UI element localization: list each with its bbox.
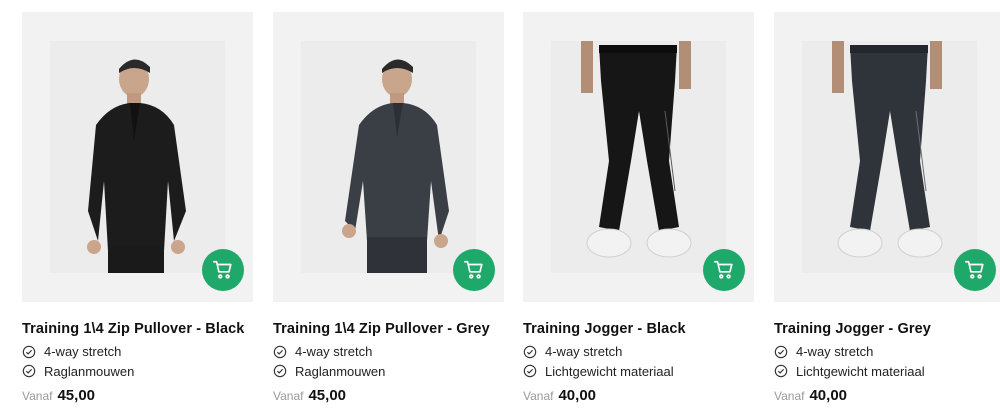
product-image[interactable] bbox=[551, 41, 726, 273]
add-to-cart-button[interactable] bbox=[703, 249, 745, 291]
feature-list: 4-way stretch Lichtgewicht materiaal bbox=[774, 342, 1000, 381]
check-circle-icon bbox=[523, 364, 537, 378]
check-circle-icon bbox=[22, 364, 36, 378]
feature-list: 4-way stretch Raglanmouwen bbox=[273, 342, 504, 381]
product-media[interactable] bbox=[22, 12, 253, 302]
price: 40,00 bbox=[558, 387, 597, 404]
feature-label: 4-way stretch bbox=[545, 344, 623, 360]
feature-label: 4-way stretch bbox=[44, 344, 122, 360]
shopping-cart-icon bbox=[714, 260, 733, 279]
jogger-model-image bbox=[802, 41, 977, 273]
price-prefix: Vanaf bbox=[774, 389, 805, 403]
product-card[interactable]: Training Jogger - Grey 4-way stretch Lic… bbox=[774, 12, 1000, 418]
price-prefix: Vanaf bbox=[22, 389, 53, 403]
price-row: Vanaf 40,00 bbox=[523, 387, 754, 404]
product-card[interactable]: Training Jogger - Black 4-way stretch Li… bbox=[523, 12, 754, 418]
add-to-cart-button[interactable] bbox=[202, 249, 244, 291]
check-circle-icon bbox=[273, 364, 287, 378]
jogger-model-image bbox=[551, 41, 726, 273]
product-title[interactable]: Training 1\4 Zip Pullover - Grey bbox=[273, 321, 504, 337]
product-image[interactable] bbox=[50, 41, 225, 273]
feature-item: 4-way stretch bbox=[22, 342, 253, 362]
feature-label: Raglanmouwen bbox=[44, 363, 135, 379]
feature-item: Raglanmouwen bbox=[22, 362, 253, 382]
price-row: Vanaf 45,00 bbox=[273, 387, 504, 404]
add-to-cart-button[interactable] bbox=[453, 249, 495, 291]
check-circle-icon bbox=[774, 345, 788, 359]
product-image[interactable] bbox=[301, 41, 476, 273]
feature-label: Lichtgewicht materiaal bbox=[796, 363, 925, 379]
feature-item: Raglanmouwen bbox=[273, 362, 504, 382]
price: 45,00 bbox=[57, 387, 96, 404]
product-title[interactable]: Training Jogger - Grey bbox=[774, 321, 1000, 337]
shopping-cart-icon bbox=[965, 260, 984, 279]
product-title[interactable]: Training 1\4 Zip Pullover - Black bbox=[22, 321, 253, 337]
feature-label: Raglanmouwen bbox=[295, 363, 386, 379]
shopping-cart-icon bbox=[213, 260, 232, 279]
check-circle-icon bbox=[22, 345, 36, 359]
feature-label: 4-way stretch bbox=[796, 344, 874, 360]
product-image[interactable] bbox=[802, 41, 977, 273]
product-media[interactable] bbox=[273, 12, 504, 302]
price-row: Vanaf 40,00 bbox=[774, 387, 1000, 404]
product-card[interactable]: Training 1\4 Zip Pullover - Grey 4-way s… bbox=[273, 12, 504, 418]
product-media[interactable] bbox=[523, 12, 754, 302]
feature-item: 4-way stretch bbox=[273, 342, 504, 362]
price-prefix: Vanaf bbox=[523, 389, 554, 403]
pullover-model-image bbox=[50, 41, 225, 273]
product-media[interactable] bbox=[774, 12, 1000, 302]
product-card[interactable]: Training 1\4 Zip Pullover - Black 4-way … bbox=[22, 12, 253, 418]
feature-item: Lichtgewicht materiaal bbox=[774, 362, 1000, 382]
price: 40,00 bbox=[809, 387, 848, 404]
price: 45,00 bbox=[308, 387, 347, 404]
check-circle-icon bbox=[523, 345, 537, 359]
price-row: Vanaf 45,00 bbox=[22, 387, 253, 404]
feature-item: Lichtgewicht materiaal bbox=[523, 362, 754, 382]
feature-item: 4-way stretch bbox=[774, 342, 1000, 362]
feature-label: Lichtgewicht materiaal bbox=[545, 363, 674, 379]
product-grid: Training 1\4 Zip Pullover - Black 4-way … bbox=[0, 0, 1000, 418]
feature-list: 4-way stretch Lichtgewicht materiaal bbox=[523, 342, 754, 381]
feature-item: 4-way stretch bbox=[523, 342, 754, 362]
product-title[interactable]: Training Jogger - Black bbox=[523, 321, 754, 337]
check-circle-icon bbox=[273, 345, 287, 359]
shopping-cart-icon bbox=[464, 260, 483, 279]
feature-label: 4-way stretch bbox=[295, 344, 373, 360]
price-prefix: Vanaf bbox=[273, 389, 304, 403]
check-circle-icon bbox=[774, 364, 788, 378]
pullover-model-image bbox=[301, 41, 476, 273]
add-to-cart-button[interactable] bbox=[954, 249, 996, 291]
feature-list: 4-way stretch Raglanmouwen bbox=[22, 342, 253, 381]
